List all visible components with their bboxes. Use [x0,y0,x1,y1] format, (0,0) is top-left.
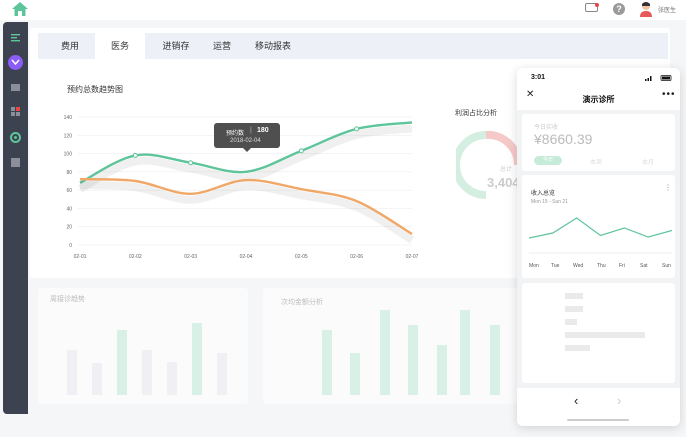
username[interactable]: 张医生 [658,5,676,14]
y-tick-label: 140 [64,115,73,121]
donut-center-value: 3,404 [487,175,520,190]
bar [408,325,418,395]
home-indicator [567,419,629,421]
day-label: Mon [529,263,539,269]
y-tick-label: 120 [64,133,73,139]
report-icon[interactable] [10,157,21,168]
help-icon[interactable]: ? [613,3,625,15]
segment-month[interactable]: 本月 [642,157,654,166]
x-tick-label: 02-06 [350,254,363,260]
y-tick-label: 20 [66,225,72,231]
x-tick-label: 02-04 [240,254,253,260]
tab-medical[interactable]: 医务 [95,33,145,59]
revenue-day-labels: Mon Tue Wed Thu Fri Sat Sun [527,263,677,271]
x-tick-label: 02-07 [406,254,419,260]
bar [565,345,590,351]
menu-icon[interactable] [10,32,21,43]
more-icon[interactable]: ••• [662,89,676,100]
x-tick-label: 02-02 [129,254,142,260]
breakdown-bars [565,293,645,351]
top-bar: ? 张医生 [0,0,686,20]
segment-week[interactable]: 本周 [590,157,602,166]
bar [142,350,152,395]
y-tick-label: 100 [64,152,73,158]
today-amount: ¥8660.39 [534,131,593,147]
avg-amount-bars [322,310,500,395]
data-point [354,126,360,132]
x-tick-label: 02-01 [74,254,87,260]
medical-icon[interactable] [8,55,23,70]
tab-inventory[interactable]: 进销存 [155,33,197,59]
phone-title: 演示诊所 [582,95,615,104]
bar [167,362,177,395]
segment-today[interactable]: 今日 [534,156,562,165]
trend-chart-title: 预约总数趋势图 [67,85,123,94]
bar [192,323,202,395]
forward-icon[interactable]: › [617,393,621,408]
bar [565,293,583,299]
donut-title: 利润占比分析 [455,110,497,117]
bar [380,310,390,395]
bar [67,350,77,395]
x-tick-label: 02-03 [184,254,197,260]
back-icon[interactable]: ‹ [574,393,578,408]
tooltip-value: 180 [257,127,269,134]
message-icon[interactable] [585,3,599,14]
bar [92,363,102,395]
data-point [132,152,138,158]
x-tick-label: 02-05 [295,254,308,260]
weekly-visits-title: 周接诊趋势 [50,296,85,303]
day-label: Tue [551,263,560,269]
data-point [298,148,304,154]
signal-battery-icon [645,75,672,81]
bar [437,345,447,395]
tab-operations[interactable]: 运营 [206,33,238,59]
day-label: Fri [619,263,625,269]
revenue-series-line [529,217,672,239]
tooltip-arrow [243,148,251,152]
bar [217,353,227,395]
data-point [188,160,194,166]
bar [565,319,577,325]
revenue-range: Mon 15 - Sun 21 [531,199,568,205]
sidebar [3,22,28,414]
tooltip-date: 2018-02-04 [230,138,261,144]
phone-time: 3:01 [531,74,546,81]
tab-fees[interactable]: 费用 [54,33,86,59]
tooltip-separator: | [250,127,252,134]
chart-tooltip: 预约数 | 180 2018-02-04 [214,123,280,152]
bar [322,330,332,395]
y-tick-label: 60 [66,188,72,194]
bar [460,310,470,395]
day-label: Sun [662,263,671,269]
mail-icon[interactable] [10,82,21,93]
day-label: Sat [640,263,648,269]
series-shadow [79,181,415,244]
tab-bar: 费用 医务 进销存 运营 移动报表 [38,33,668,59]
today-label: 今日实收 [534,125,559,131]
y-tick-label: 0 [69,243,72,249]
bar [565,306,583,312]
day-label: Thu [597,263,606,269]
bar [490,325,500,395]
y-tick-label: 40 [66,206,72,212]
revenue-more-icon[interactable]: ⋮ [664,183,672,192]
home-icon[interactable] [12,2,28,16]
grid-icon[interactable] [10,106,21,117]
revenue-line-chart [529,217,672,254]
bar [117,330,127,395]
weekly-visits-bars [67,323,227,395]
revenue-title: 收入总览 [531,191,556,197]
settings-icon[interactable] [10,132,21,143]
donut-center-label: 总计 [500,167,513,173]
day-label: Wed [573,263,584,269]
avatar[interactable] [639,1,653,17]
bar [350,353,360,395]
phone-preview: 3:01 ✕ 演示诊所 ••• 今日实收 ¥8660.39 今日 本周 本月 收… [517,68,680,426]
tooltip-label: 预约数 [226,131,245,137]
tab-mobile-reports[interactable]: 移动报表 [248,33,298,59]
bar [565,332,645,338]
y-tick-label: 80 [66,170,72,176]
